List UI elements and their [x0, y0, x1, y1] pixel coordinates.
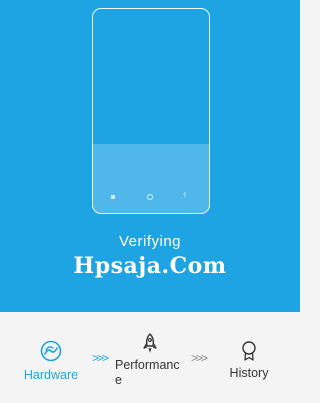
step-separator-chevrons: >>>	[92, 351, 109, 365]
verification-panel: ‹ Verifying Hpsaja.Com	[0, 0, 300, 312]
step-hardware[interactable]: Hardware	[16, 340, 86, 383]
hardware-icon	[40, 340, 62, 362]
step-label-history: History	[229, 366, 269, 380]
phone-scan-progress	[93, 144, 209, 213]
menu-key-icon	[111, 195, 115, 199]
watermark-text: Hpsaja.Com	[73, 253, 227, 279]
step-performance[interactable]: Performance	[115, 332, 185, 388]
step-label-performance: Performance	[115, 358, 180, 387]
phone-outline-illustration	[92, 8, 210, 214]
home-key-icon	[147, 194, 153, 200]
medal-icon	[242, 341, 256, 361]
rocket-icon	[143, 333, 157, 353]
verifying-status-text: Verifying	[118, 233, 182, 250]
step-label-hardware: Hardware	[23, 368, 79, 382]
step-separator-chevrons: >>>	[191, 351, 208, 365]
back-key-icon: ‹	[183, 189, 187, 200]
step-history[interactable]: History	[218, 340, 280, 381]
